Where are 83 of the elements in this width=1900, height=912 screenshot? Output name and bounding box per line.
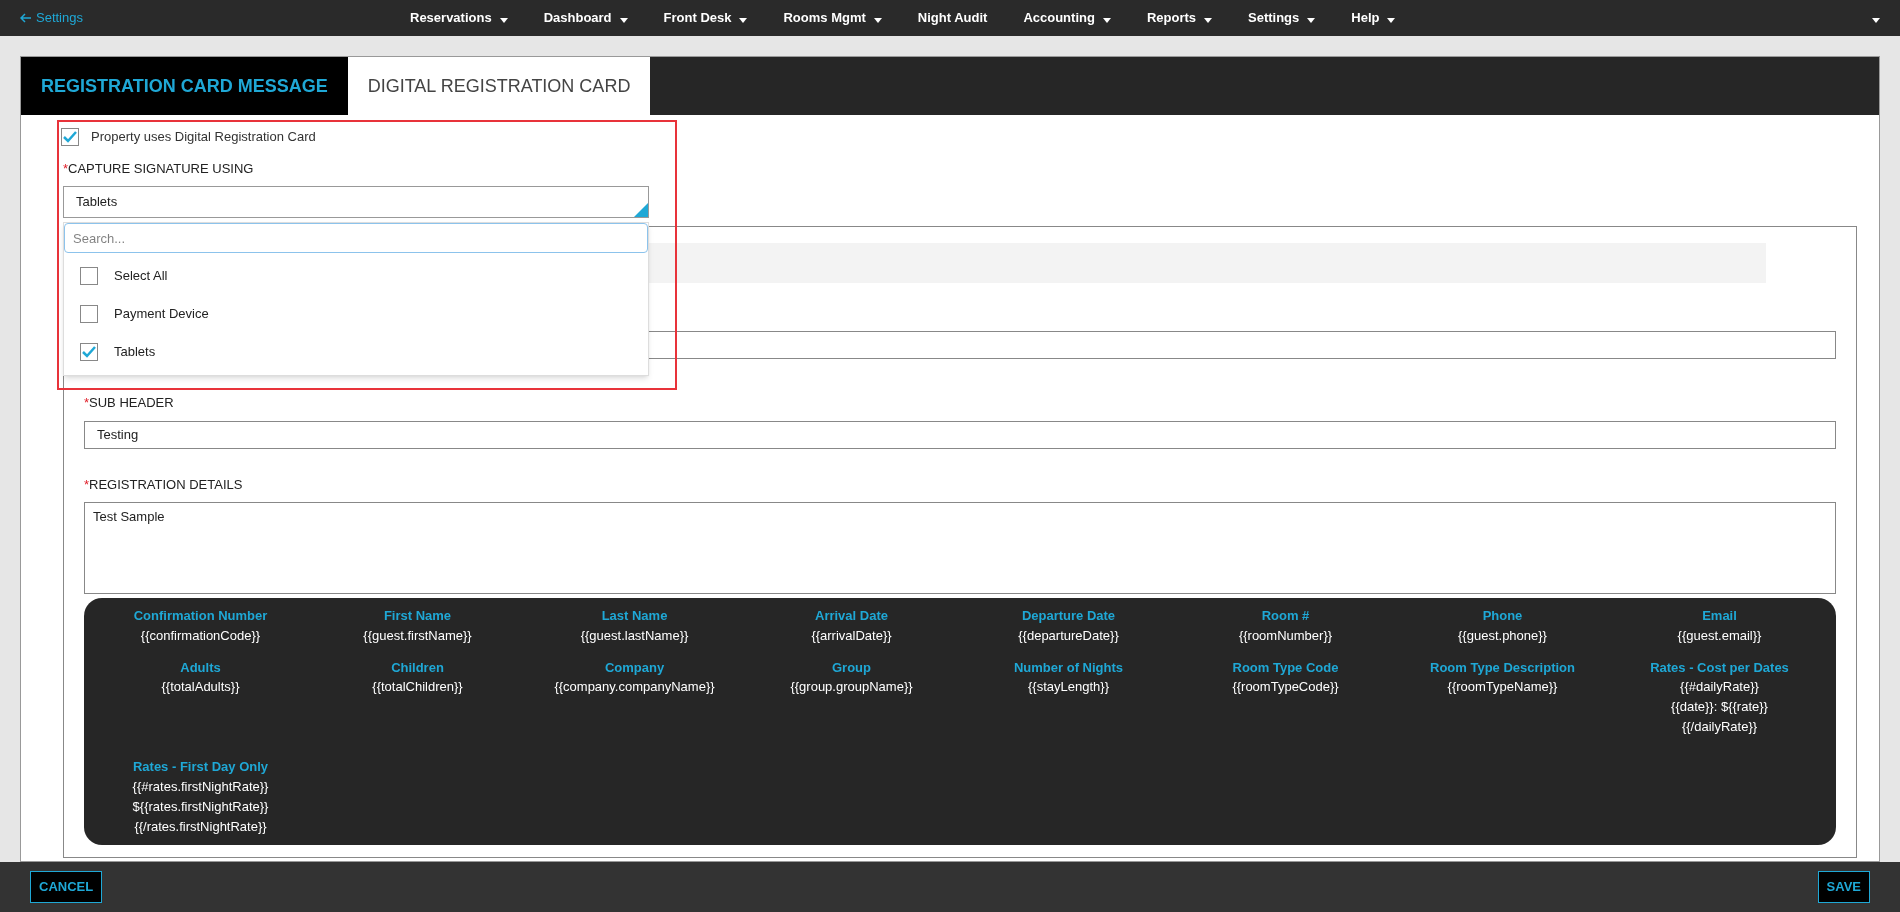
caret-icon	[619, 17, 628, 23]
checkbox[interactable]	[80, 343, 98, 361]
nav-menu-item[interactable]: Accounting	[1023, 8, 1111, 28]
dropdown-option[interactable]: Select All	[64, 257, 648, 295]
field-label: CAPTURE SIGNATURE USING	[68, 159, 254, 178]
variable-name: Group	[832, 658, 871, 677]
checkbox[interactable]	[80, 305, 98, 323]
checkbox[interactable]	[80, 267, 98, 285]
variable-name: First Name	[383, 607, 452, 625]
variable-token: {{stayLength}}	[1028, 678, 1109, 696]
nav-menu-item[interactable]: Front Desk	[663, 8, 748, 28]
back-link[interactable]: Settings	[20, 8, 410, 28]
cancel-button[interactable]: CANCEL	[30, 871, 103, 903]
nav-menu-item[interactable]: Settings	[1248, 8, 1316, 28]
dropdown-option[interactable]: Payment Device	[64, 295, 648, 333]
variable-token: {{guest.email}}	[1677, 626, 1762, 645]
variable-token: {{roomTypeCode}}	[1232, 678, 1339, 696]
caret-icon	[1204, 17, 1212, 23]
variable-token: {{guest.phone}}	[1458, 626, 1547, 645]
dropdown-option[interactable]: Tablets	[64, 333, 648, 371]
caret-icon	[499, 17, 508, 23]
variable-name: Rates - Cost per Dates	[1650, 658, 1789, 677]
sub-header-field[interactable]: Testing	[84, 420, 1836, 449]
checkmark-icon	[82, 346, 96, 358]
variable-token: {{roomNumber}}	[1238, 626, 1333, 645]
caret-icon	[739, 17, 748, 23]
variable-token: {{company.companyName}}	[554, 678, 715, 696]
field-label: REGISTRATION DETAILS	[89, 475, 243, 494]
variable-token: {{/dailyRate}}	[1681, 718, 1758, 736]
checkbox-label: Property uses Digital Registration Card	[91, 128, 316, 146]
caret-icon	[1872, 17, 1880, 23]
back-arrow-icon	[20, 13, 32, 23]
variable-token: {{group.groupName}}	[790, 678, 913, 696]
variable-token: {{date}}: ${{rate}}	[1671, 698, 1768, 716]
variable-name: Room #	[1261, 607, 1310, 625]
nav-menu-item[interactable]: Help	[1351, 8, 1396, 28]
variable-name: Email	[1702, 607, 1737, 625]
variable-name: Last Name	[601, 607, 668, 625]
variable-name: Company	[604, 658, 665, 677]
variable-token: {{departureDate}}	[1018, 626, 1119, 645]
field-label: SUB HEADER	[89, 394, 174, 412]
required-asterisk: *	[84, 394, 90, 412]
caret-icon	[1307, 17, 1316, 23]
nav-menu-item[interactable]: Dashboard	[543, 8, 628, 28]
nav-menu-item[interactable]: Reservations	[410, 8, 508, 28]
caret-icon	[873, 17, 882, 23]
variable-token: {{roomTypeName}}	[1447, 678, 1558, 696]
variable-name: Phone	[1482, 607, 1523, 625]
tab[interactable]: REGISTRATION CARD MESSAGE	[21, 57, 348, 115]
corner-triangle-icon	[634, 203, 648, 217]
variable-token: {{confirmationCode}}	[140, 626, 261, 645]
checkmark-icon	[63, 130, 77, 143]
save-button[interactable]: SAVE	[1817, 871, 1870, 903]
variable-token: {{guest.lastName}}	[580, 626, 689, 645]
variable-name: Adults	[180, 658, 221, 677]
nav-menu-item[interactable]: Night Audit	[917, 8, 988, 28]
caret-icon	[1387, 17, 1396, 23]
variable-token: {{totalChildren}}	[372, 678, 463, 696]
variable-name: Departure Date	[1021, 607, 1116, 625]
variable-token: {{#dailyRate}}	[1680, 678, 1759, 696]
nav-menu-item[interactable]: Reports	[1146, 8, 1212, 28]
nav-menu-item[interactable]: Rooms Mgmt	[783, 8, 882, 28]
registration-details-textarea[interactable]: Test Sample	[84, 502, 1836, 594]
variable-name: Room Type Code	[1232, 658, 1339, 677]
variable-name: Confirmation Number	[133, 607, 268, 625]
variable-token: {{guest.firstName}}	[363, 626, 472, 645]
variable-token: {{/rates.firstNightRate}}	[134, 817, 267, 836]
variable-token: {{arrivalDate}}	[811, 626, 892, 645]
variable-token: {{#rates.firstNightRate}}	[132, 777, 269, 796]
required-asterisk: *	[84, 475, 90, 494]
search-field[interactable]: Search...	[64, 223, 648, 253]
required-asterisk: *	[63, 159, 69, 178]
multi-select-field[interactable]: Tablets	[63, 186, 649, 218]
variable-token: {{totalAdults}}	[161, 678, 240, 696]
variable-name: Arrival Date	[815, 607, 888, 625]
variable-name: Room Type Description	[1430, 658, 1575, 677]
variable-name: Children	[391, 658, 444, 677]
checkbox[interactable]	[61, 127, 79, 146]
variable-token: ${{rates.firstNightRate}}	[132, 797, 269, 816]
caret-icon	[1102, 17, 1111, 23]
variable-name: Number of Nights	[1013, 658, 1124, 677]
tab[interactable]: DIGITAL REGISTRATION CARD	[347, 57, 651, 115]
variable-name: Rates - First Day Only	[132, 758, 269, 776]
